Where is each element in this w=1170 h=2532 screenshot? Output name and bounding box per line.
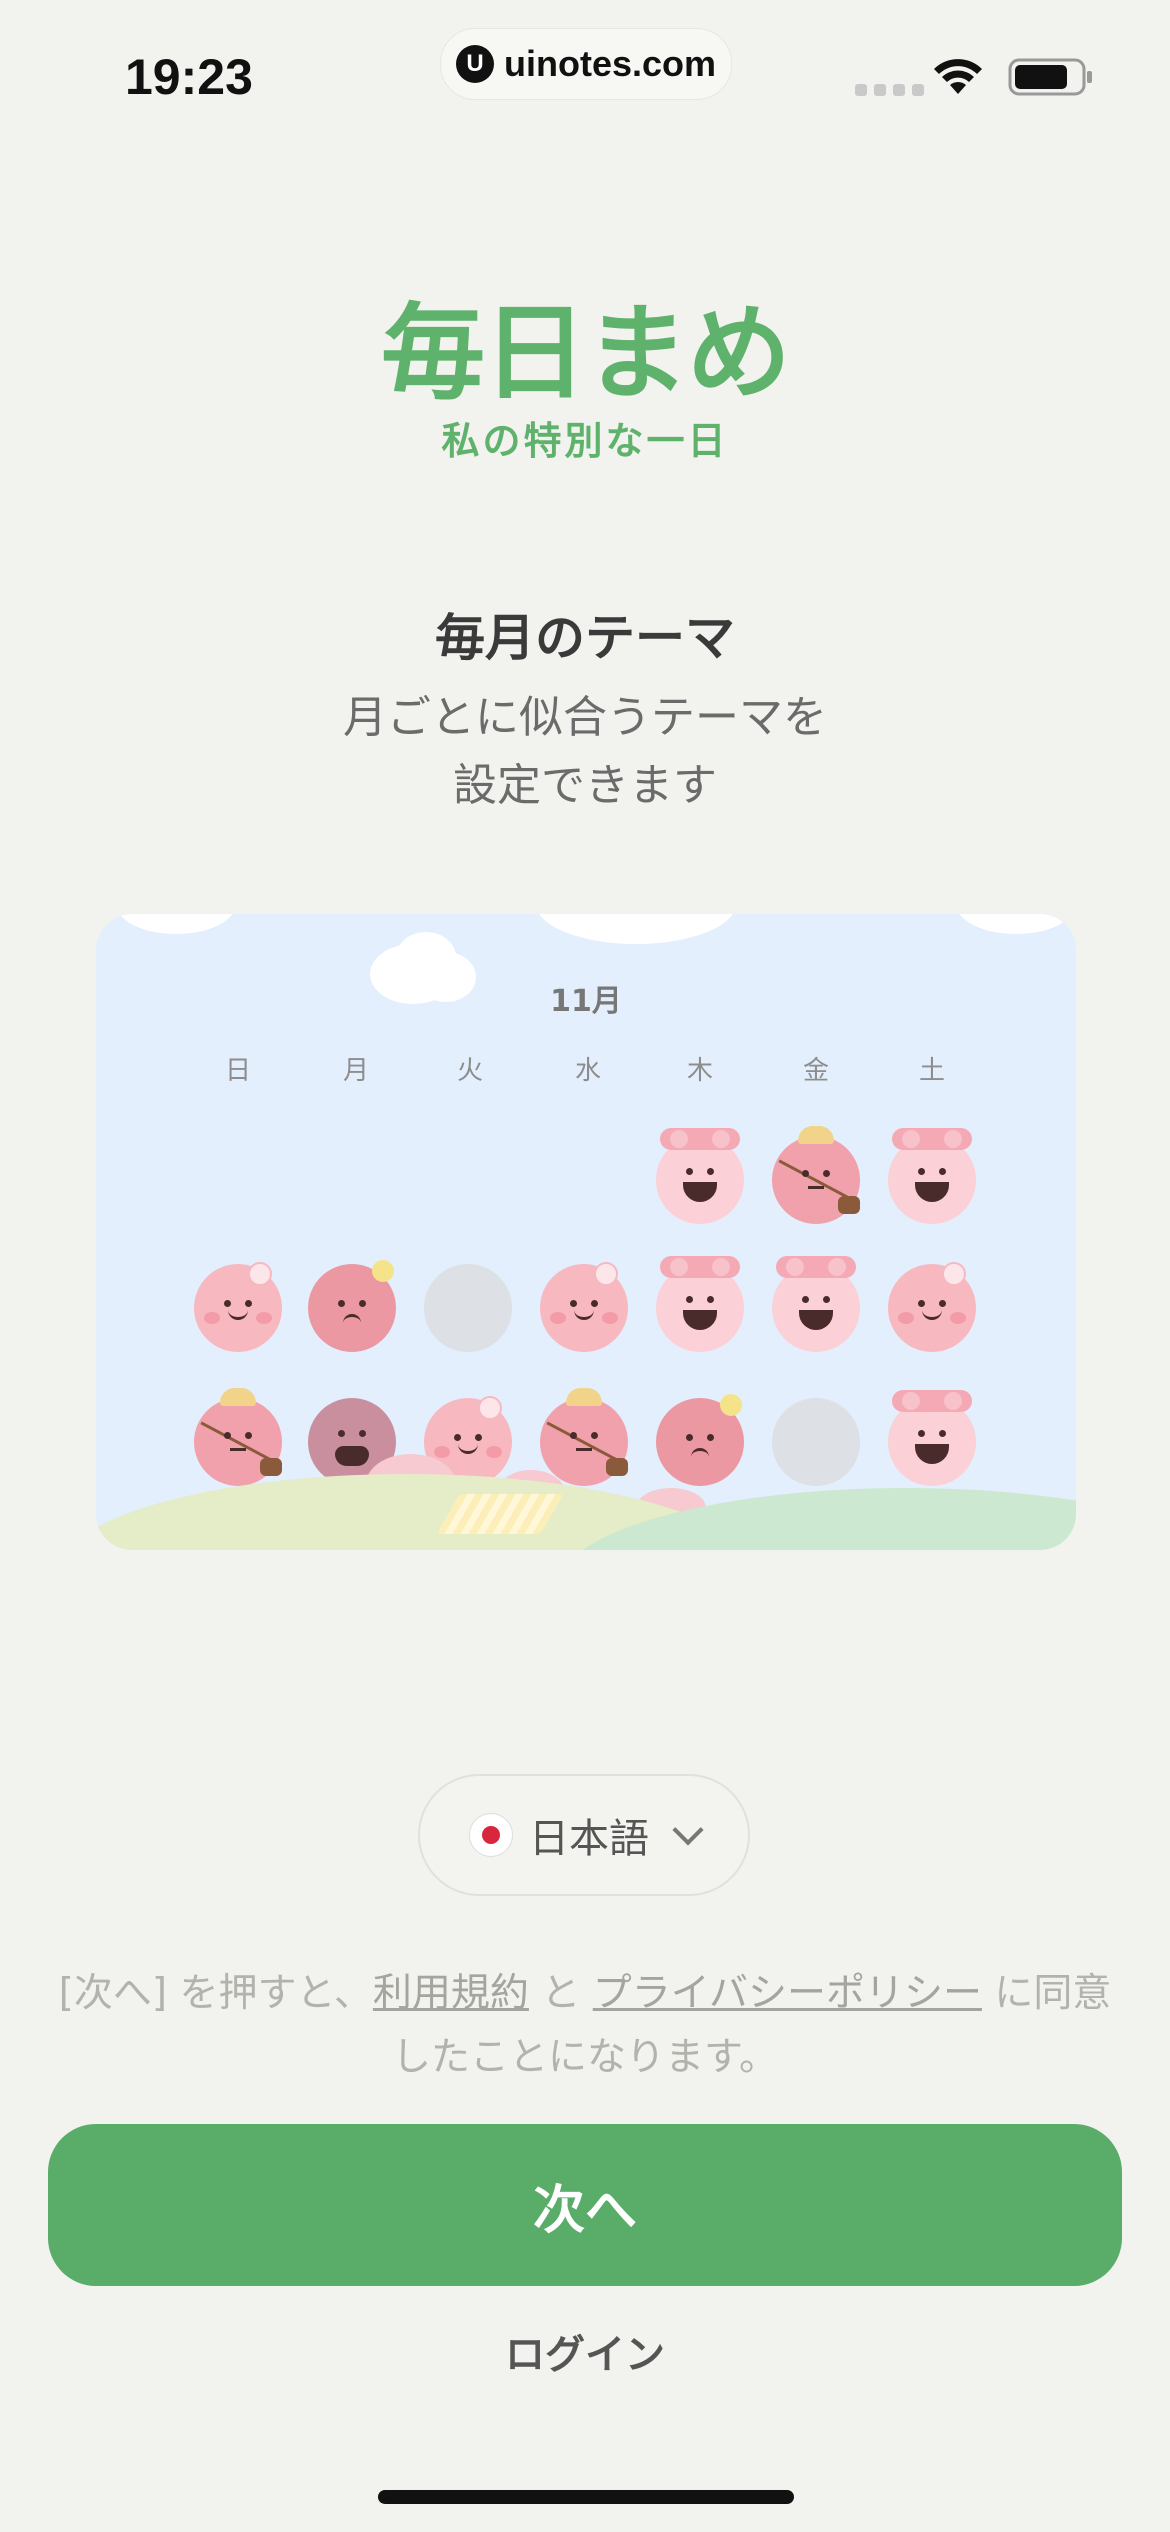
- mood-bean-flower-crown-happy: [888, 1128, 976, 1224]
- cloud-decoration: [116, 914, 236, 934]
- empty-day: [772, 1398, 860, 1486]
- wifi-icon: [934, 59, 982, 94]
- weekday-mon: 月: [342, 1056, 369, 1086]
- feature-title: 毎月のテーマ: [435, 609, 735, 667]
- mood-bean-sad: [656, 1394, 744, 1486]
- mood-bean-flower-crown-happy: [772, 1256, 860, 1352]
- privacy-policy-link[interactable]: プライバシーポリシー: [593, 1971, 982, 2016]
- mood-bean-hat-neutral: [194, 1388, 282, 1486]
- mood-bean-smile: [540, 1262, 628, 1352]
- app-logo-subtitle: 私の特別な一日: [441, 419, 729, 463]
- cloud-decoration: [956, 914, 1076, 934]
- onboarding-screen: 19:23 U uinotes.com 毎日まめ 私の特別な一日 毎月のテーマ …: [0, 0, 1170, 2532]
- mood-bean-hat-neutral: [540, 1388, 628, 1486]
- weekday-thu: 木: [686, 1056, 713, 1086]
- weekday-fri: 金: [802, 1056, 829, 1086]
- mood-bean-hat-neutral: [772, 1126, 860, 1224]
- mood-bean-flower-crown-happy: [656, 1256, 744, 1352]
- chevron-down-icon: [672, 1814, 704, 1846]
- terms-of-service-link[interactable]: 利用規約: [373, 1971, 529, 2016]
- calendar-month: 11月: [550, 984, 622, 1019]
- status-time: 19:23: [125, 49, 253, 105]
- mood-bean-smile: [888, 1262, 976, 1352]
- mood-bean-flower-crown-happy: [888, 1390, 976, 1486]
- terms-middle: と: [528, 1971, 593, 2016]
- language-selector[interactable]: 日本語: [418, 1774, 750, 1896]
- weekday-sun: 日: [224, 1056, 251, 1086]
- login-link[interactable]: ログイン: [0, 2322, 1170, 2380]
- url-pill[interactable]: U uinotes.com: [440, 28, 732, 100]
- cloud-decoration: [536, 914, 736, 944]
- url-text: uinotes.com: [503, 43, 717, 84]
- feature-description-line1: 月ごとに似合うテーマを: [343, 692, 827, 743]
- weekday-sat: 土: [918, 1056, 945, 1086]
- next-button[interactable]: 次へ: [48, 2124, 1122, 2286]
- terms-notice: [次へ] を押すと、利用規約 と プライバシーポリシー に同意したことになります…: [50, 1962, 1120, 2090]
- theme-calendar-preview: 11月 日 月 火 水 木 金 土: [96, 914, 1076, 1550]
- feature-description-line2: 設定できます: [453, 760, 717, 811]
- language-label: 日本語: [529, 1816, 649, 1862]
- cellular-signal-icon: [855, 84, 924, 96]
- site-logo-icon: U: [455, 45, 494, 83]
- mood-bean-flower-crown-happy: [656, 1128, 744, 1224]
- mood-bean-sad: [308, 1260, 396, 1352]
- mood-bean-smile: [194, 1262, 282, 1352]
- weekday-tue: 火: [456, 1056, 483, 1086]
- feature-description: 月ごとに似合うテーマを 設定できます: [0, 684, 1170, 820]
- empty-day: [424, 1264, 512, 1352]
- battery-icon: [1008, 58, 1092, 96]
- cloud-decoration: [396, 932, 456, 982]
- weekday-wed: 水: [574, 1056, 601, 1086]
- japan-flag-icon: [469, 1813, 513, 1857]
- terms-prefix: [次へ] を押すと、: [58, 1971, 373, 2016]
- home-indicator: [378, 2490, 794, 2504]
- app-logo-title: 毎日まめ: [380, 292, 791, 414]
